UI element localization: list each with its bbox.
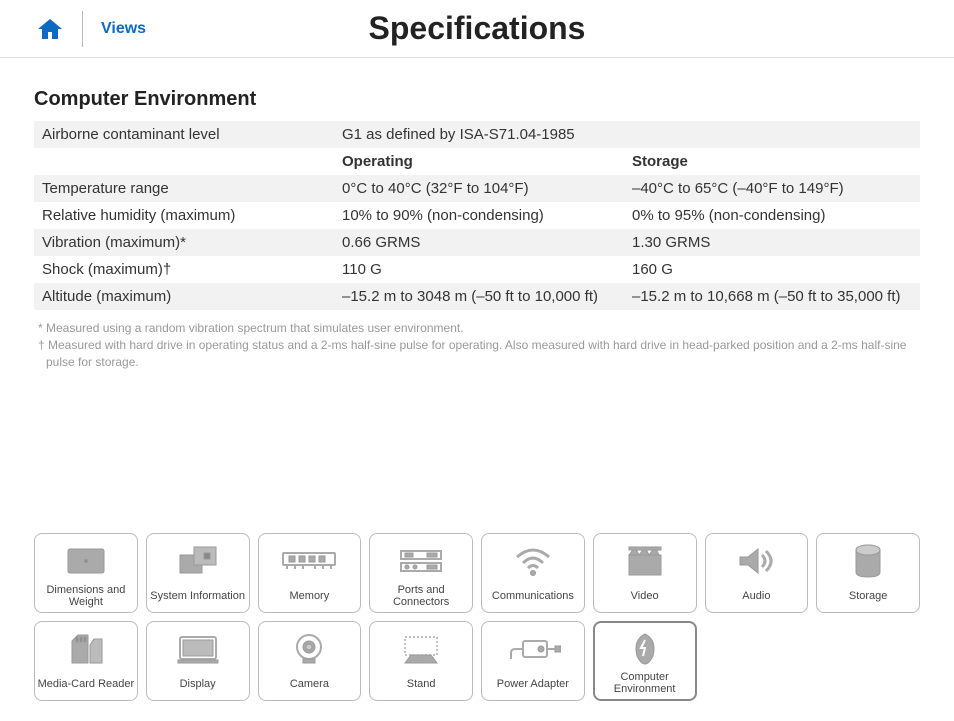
nav-label: System Information bbox=[150, 584, 245, 608]
nav-system-information[interactable]: System Information bbox=[146, 533, 250, 613]
home-icon bbox=[36, 17, 64, 41]
nav-power-adapter[interactable]: Power Adapter bbox=[481, 621, 585, 701]
row-storage: –15.2 m to 10,668 m (–50 ft to 35,000 ft… bbox=[624, 283, 920, 310]
row-operating: 110 G bbox=[334, 256, 624, 283]
nav-label: Camera bbox=[290, 672, 329, 696]
table-row: Temperature range 0°C to 40°C (32°F to 1… bbox=[34, 175, 920, 202]
nav-label: Memory bbox=[290, 584, 330, 608]
nav-media-card-reader[interactable]: Media-Card Reader bbox=[34, 621, 138, 701]
row-operating: 0.66 GRMS bbox=[334, 229, 624, 256]
video-icon bbox=[596, 538, 694, 584]
table-row: Altitude (maximum) –15.2 m to 3048 m (–5… bbox=[34, 283, 920, 310]
row-storage: 1.30 GRMS bbox=[624, 229, 920, 256]
footnotes: * Measured using a random vibration spec… bbox=[34, 320, 920, 370]
nav-stand[interactable]: Stand bbox=[369, 621, 473, 701]
nav-ports-connectors[interactable]: Ports and Connectors bbox=[369, 533, 473, 613]
section-heading: Computer Environment bbox=[34, 88, 920, 111]
nav-label: Storage bbox=[849, 584, 888, 608]
camera-icon bbox=[261, 626, 359, 672]
nav-label: Video bbox=[631, 584, 659, 608]
views-link[interactable]: Views bbox=[101, 20, 146, 38]
row-storage: 160 G bbox=[624, 256, 920, 283]
row-operating: 0°C to 40°C (32°F to 104°F) bbox=[334, 175, 624, 202]
nav-computer-environment[interactable]: Computer Environment bbox=[593, 621, 697, 701]
row-storage: 0% to 95% (non-condensing) bbox=[624, 202, 920, 229]
nav-label: Display bbox=[180, 672, 216, 696]
power-adapter-icon bbox=[484, 626, 582, 672]
nav-label: Power Adapter bbox=[497, 672, 569, 696]
row-value: G1 as defined by ISA-S71.04-1985 bbox=[334, 121, 920, 148]
page-title: Specifications bbox=[369, 10, 586, 47]
row-label: Altitude (maximum) bbox=[34, 283, 334, 310]
storage-icon bbox=[819, 538, 917, 584]
nav-audio[interactable]: Audio bbox=[705, 533, 809, 613]
memory-icon bbox=[261, 538, 359, 584]
row-storage: –40°C to 65°C (–40°F to 149°F) bbox=[624, 175, 920, 202]
nav-grid: Dimensions and Weight System Information… bbox=[34, 533, 920, 701]
column-header-storage: Storage bbox=[624, 148, 920, 175]
nav-camera[interactable]: Camera bbox=[258, 621, 362, 701]
audio-icon bbox=[708, 538, 806, 584]
table-row: Relative humidity (maximum) 10% to 90% (… bbox=[34, 202, 920, 229]
column-header-operating: Operating bbox=[334, 148, 624, 175]
nav-display[interactable]: Display bbox=[146, 621, 250, 701]
footnote: † Measured with hard drive in operating … bbox=[46, 337, 920, 371]
table-row: Vibration (maximum)* 0.66 GRMS 1.30 GRMS bbox=[34, 229, 920, 256]
dimensions-icon bbox=[37, 538, 135, 584]
table-row: Shock (maximum)† 110 G 160 G bbox=[34, 256, 920, 283]
row-label: Temperature range bbox=[34, 175, 334, 202]
nav-memory[interactable]: Memory bbox=[258, 533, 362, 613]
row-label: Vibration (maximum)* bbox=[34, 229, 334, 256]
nav-label: Stand bbox=[407, 672, 436, 696]
nav-label: Ports and Connectors bbox=[372, 584, 470, 608]
table-header-row: Operating Storage bbox=[34, 148, 920, 175]
nav-dimensions-weight[interactable]: Dimensions and Weight bbox=[34, 533, 138, 613]
system-info-icon bbox=[149, 538, 247, 584]
home-button[interactable] bbox=[0, 11, 83, 47]
leaf-icon bbox=[597, 627, 693, 671]
nav-label: Dimensions and Weight bbox=[37, 584, 135, 608]
nav-video[interactable]: Video bbox=[593, 533, 697, 613]
table-row: Airborne contaminant level G1 as defined… bbox=[34, 121, 920, 148]
display-icon bbox=[149, 626, 247, 672]
row-label: Relative humidity (maximum) bbox=[34, 202, 334, 229]
content-area: Computer Environment Airborne contaminan… bbox=[0, 58, 954, 370]
row-operating: 10% to 90% (non-condensing) bbox=[334, 202, 624, 229]
nav-communications[interactable]: Communications bbox=[481, 533, 585, 613]
nav-label: Communications bbox=[492, 584, 574, 608]
row-label: Shock (maximum)† bbox=[34, 256, 334, 283]
spec-table: Airborne contaminant level G1 as defined… bbox=[34, 121, 920, 310]
ports-icon bbox=[372, 538, 470, 584]
wifi-icon bbox=[484, 538, 582, 584]
sd-card-icon bbox=[37, 626, 135, 672]
row-operating: –15.2 m to 3048 m (–50 ft to 10,000 ft) bbox=[334, 283, 624, 310]
footnote: * Measured using a random vibration spec… bbox=[38, 320, 920, 337]
top-bar: Views Specifications bbox=[0, 0, 954, 58]
row-label: Airborne contaminant level bbox=[34, 121, 334, 148]
stand-icon bbox=[372, 626, 470, 672]
nav-label: Media-Card Reader bbox=[38, 672, 135, 696]
nav-label: Computer Environment bbox=[597, 671, 693, 695]
nav-storage[interactable]: Storage bbox=[816, 533, 920, 613]
nav-label: Audio bbox=[742, 584, 770, 608]
